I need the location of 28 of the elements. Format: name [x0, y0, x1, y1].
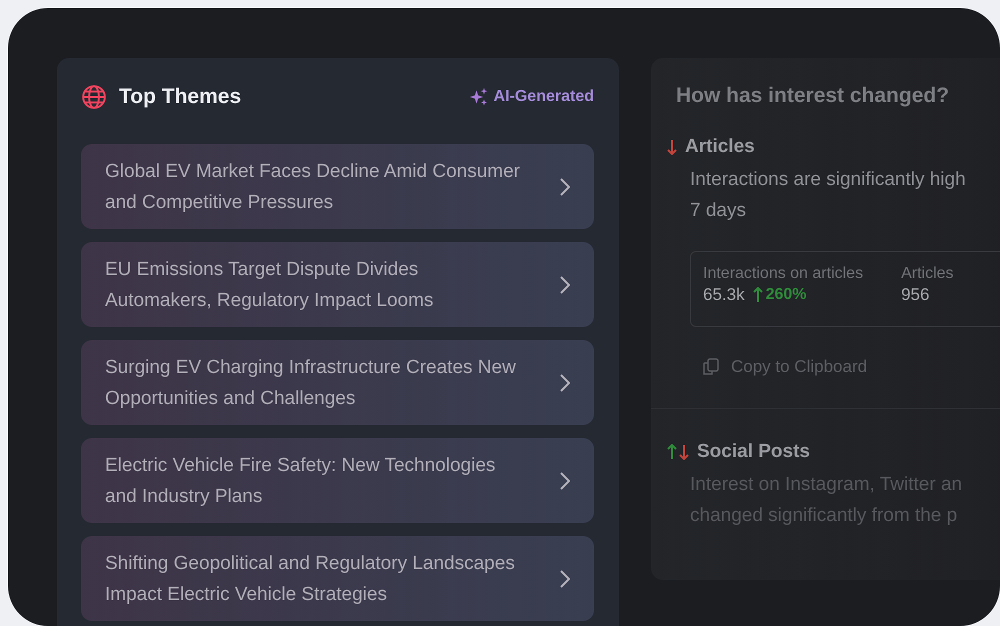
- down-arrow-icon: [667, 139, 677, 155]
- chevron-right-icon: [560, 472, 570, 490]
- theme-card[interactable]: Surging EV Charging Infrastructure Creates New Opportunities and Challenges: [81, 340, 594, 425]
- up-down-arrows-icon: [667, 444, 689, 460]
- section-title: Articles: [685, 136, 755, 158]
- chevron-right-icon: [560, 276, 570, 294]
- chevron-right-icon: [560, 374, 570, 392]
- chevron-right-icon: [560, 178, 570, 196]
- stat-value: 956: [901, 285, 930, 305]
- stat-change: 260%: [752, 286, 807, 304]
- description-text: Interactions are significantly high: [690, 168, 967, 192]
- theme-card[interactable]: Shifting Geopolitical and Regulatory Landscapes Impact Electric Vehicle Strategies: [81, 536, 594, 621]
- theme-card[interactable]: EU Emissions Target Dispute Divides Automakers, Regulatory Impact Looms: [81, 242, 594, 327]
- theme-card[interactable]: Global EV Market Faces Decline Amid Consumer and Competitive Pressures: [81, 144, 594, 229]
- panel-title: Top Themes: [119, 85, 242, 109]
- stat-value: 65.3k: [703, 285, 745, 305]
- ai-generated-label: AI-Generated: [468, 87, 594, 107]
- globe-icon: [81, 84, 107, 110]
- up-arrow-icon: [752, 287, 763, 303]
- copy-icon: [701, 357, 721, 377]
- description-text: 7 days: [690, 199, 747, 223]
- theme-card[interactable]: Electric Vehicle Fire Safety: New Technologies and Industry Plans: [81, 438, 594, 523]
- stat-label: Interactions on articles: [703, 265, 864, 283]
- stat-label: Articles: [901, 265, 954, 283]
- section-title: Social Posts: [697, 441, 810, 463]
- chevron-right-icon: [560, 570, 570, 588]
- sparkles-icon: [468, 87, 489, 107]
- panel-title: How has interest changed?: [676, 84, 950, 108]
